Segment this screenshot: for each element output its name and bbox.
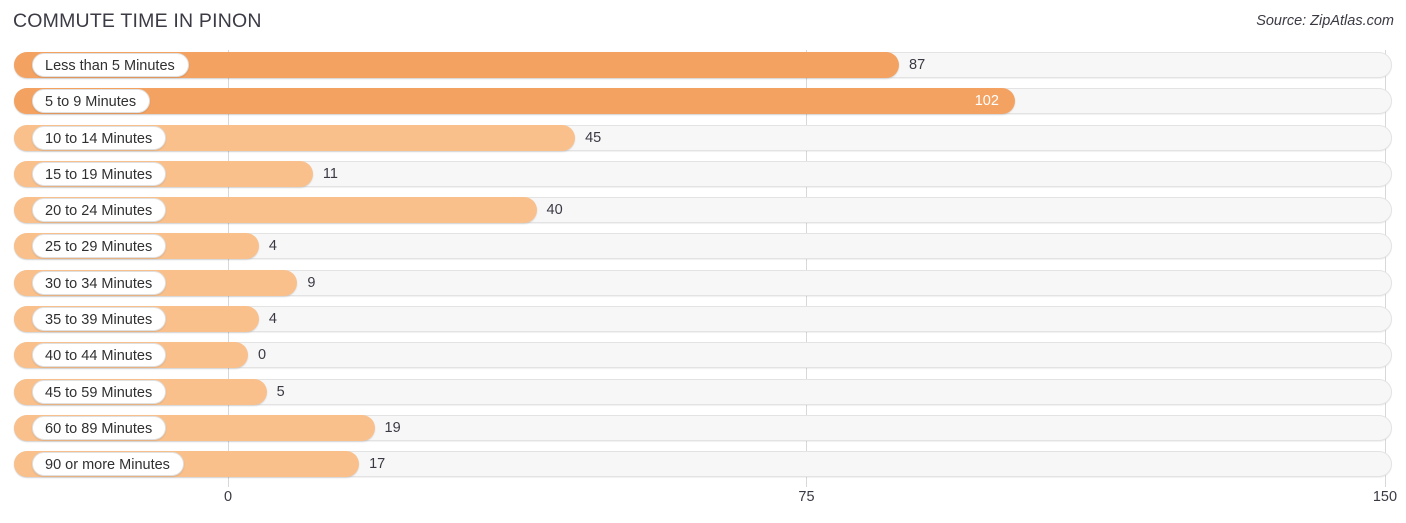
bar-fill (14, 88, 1015, 115)
bar-category-label: 60 to 89 Minutes (32, 415, 167, 440)
bar-category-label: 90 or more Minutes (32, 452, 184, 477)
bar-category-label: 25 to 29 Minutes (32, 234, 167, 259)
bar-row[interactable]: 90 or more Minutes 17 (0, 449, 1406, 479)
page-title: COMMUTE TIME IN PINON (13, 10, 262, 32)
bar-category-label: 30 to 34 Minutes (32, 270, 167, 295)
bar-value-label: 4 (268, 238, 277, 255)
bar-row[interactable]: 40 to 44 Minutes 0 (0, 340, 1406, 370)
bar-row[interactable]: 10 to 14 Minutes 45 (0, 123, 1406, 153)
bar-row[interactable]: 60 to 89 Minutes 19 (0, 413, 1406, 443)
bar-value-label: 19 (384, 419, 401, 436)
bar-rows: Less than 5 Minutes 87 5 to 9 Minutes 102 10… (0, 50, 1406, 486)
bar-category-label: 15 to 19 Minutes (32, 161, 167, 186)
bar-value-label: 102 (974, 93, 999, 110)
bar-row[interactable]: 15 to 19 Minutes 11 (0, 159, 1406, 189)
bar-category-label: 35 to 39 Minutes (32, 307, 167, 332)
x-axis-tick-label: 0 (223, 489, 233, 505)
bar-row[interactable]: 30 to 34 Minutes 9 (0, 268, 1406, 298)
bar-value-label: 40 (546, 202, 563, 219)
bar-row[interactable]: 20 to 24 Minutes 40 (0, 195, 1406, 225)
bar-value-label: 11 (322, 165, 338, 182)
bar-value-label: 4 (268, 311, 277, 328)
chart-container: COMMUTE TIME IN PINON Source: ZipAtlas.c… (0, 0, 1406, 523)
chart-header: COMMUTE TIME IN PINON Source: ZipAtlas.c… (0, 0, 1406, 44)
x-axis: 0 75 150 (0, 487, 1406, 523)
bar-category-label: 45 to 59 Minutes (32, 379, 167, 404)
bar-category-label: 40 to 44 Minutes (32, 343, 167, 368)
source-attribution: Source: ZipAtlas.com (1256, 13, 1394, 29)
bar-row[interactable]: 5 to 9 Minutes 102 (0, 86, 1406, 116)
bar-row[interactable]: 25 to 29 Minutes 4 (0, 231, 1406, 261)
plot-area: Less than 5 Minutes 87 5 to 9 Minutes 102 10… (0, 50, 1406, 487)
bar-row[interactable]: Less than 5 Minutes 87 (0, 50, 1406, 80)
bar-value-label: 17 (369, 456, 386, 473)
bar-value-label: 87 (909, 57, 926, 73)
bar-value-label: 0 (258, 347, 267, 364)
bar-row[interactable]: 45 to 59 Minutes 5 (0, 377, 1406, 407)
bar-category-label: 10 to 14 Minutes (32, 125, 167, 150)
bar-category-label: 20 to 24 Minutes (32, 198, 167, 223)
bar-value-label: 5 (276, 383, 285, 400)
bar-row[interactable]: 35 to 39 Minutes 4 (0, 304, 1406, 334)
bar-value-label: 45 (585, 129, 602, 146)
bar-category-label: 5 to 9 Minutes (32, 89, 151, 114)
bar-category-label: Less than 5 Minutes (32, 53, 189, 77)
bar-value-label: 9 (307, 274, 316, 291)
x-axis-tick-label: 150 (1372, 489, 1398, 505)
x-axis-tick-label: 75 (798, 489, 815, 505)
